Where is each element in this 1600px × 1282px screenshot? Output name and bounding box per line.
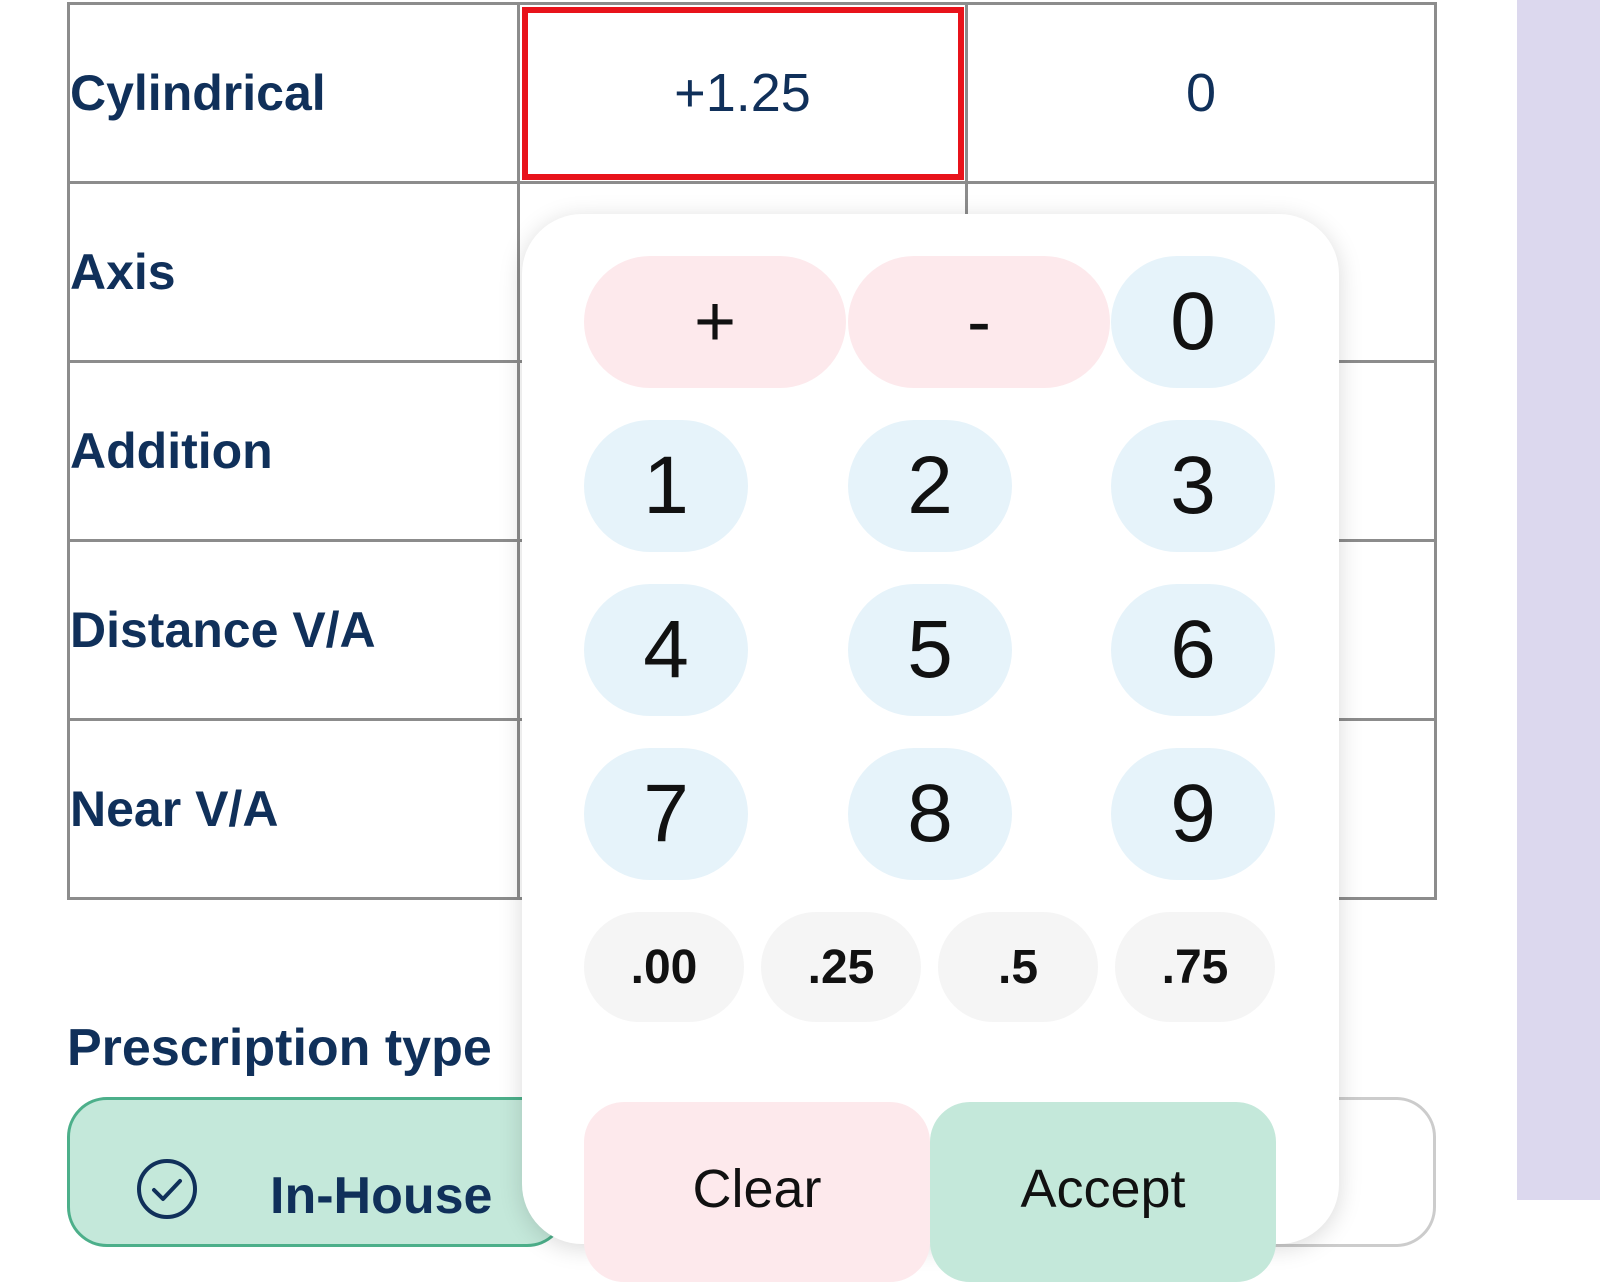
row-label-axis: Axis	[67, 181, 520, 363]
keypad-digit-0-button[interactable]: 0	[1111, 256, 1275, 388]
table-row-cylindrical: Cylindrical +1.25 0	[67, 2, 1437, 184]
prescription-type-option-in-house[interactable]: In-House	[67, 1097, 567, 1247]
prescription-type-option-label: In-House	[270, 1167, 493, 1225]
numeric-keypad-popup: + - 0 1 2 3 4 5 6 7 8 9 .00 .25 .5 .75 C…	[522, 214, 1339, 1282]
row-label-distance-va: Distance V/A	[67, 539, 520, 721]
keypad-clear-button[interactable]: Clear	[584, 1102, 930, 1282]
cylindrical-right-value-cell[interactable]: +1.25	[517, 2, 968, 184]
row-label-cylindrical: Cylindrical	[67, 2, 520, 184]
keypad-digit-2-button[interactable]: 2	[848, 420, 1012, 552]
prescription-type-heading: Prescription type	[67, 1019, 492, 1077]
keypad-digit-6-button[interactable]: 6	[1111, 584, 1275, 716]
keypad-digit-8-button[interactable]: 8	[848, 748, 1012, 880]
row-label-addition: Addition	[67, 360, 520, 542]
row-label-near-va: Near V/A	[67, 718, 520, 900]
cylindrical-left-value-cell[interactable]: 0	[965, 2, 1437, 184]
keypad-fraction-25-button[interactable]: .25	[761, 912, 921, 1022]
keypad-plus-button[interactable]: +	[584, 256, 846, 388]
check-circle-icon	[137, 1159, 197, 1219]
keypad-minus-button[interactable]: -	[848, 256, 1110, 388]
keypad-accept-button[interactable]: Accept	[930, 1102, 1276, 1282]
keypad-digit-7-button[interactable]: 7	[584, 748, 748, 880]
keypad-digit-1-button[interactable]: 1	[584, 420, 748, 552]
keypad-fraction-75-button[interactable]: .75	[1115, 912, 1275, 1022]
keypad-digit-5-button[interactable]: 5	[848, 584, 1012, 716]
keypad-digit-9-button[interactable]: 9	[1111, 748, 1275, 880]
keypad-digit-3-button[interactable]: 3	[1111, 420, 1275, 552]
keypad-fraction-5-button[interactable]: .5	[938, 912, 1098, 1022]
keypad-digit-4-button[interactable]: 4	[584, 584, 748, 716]
keypad-fraction-00-button[interactable]: .00	[584, 912, 744, 1022]
side-panel	[1517, 0, 1600, 1200]
